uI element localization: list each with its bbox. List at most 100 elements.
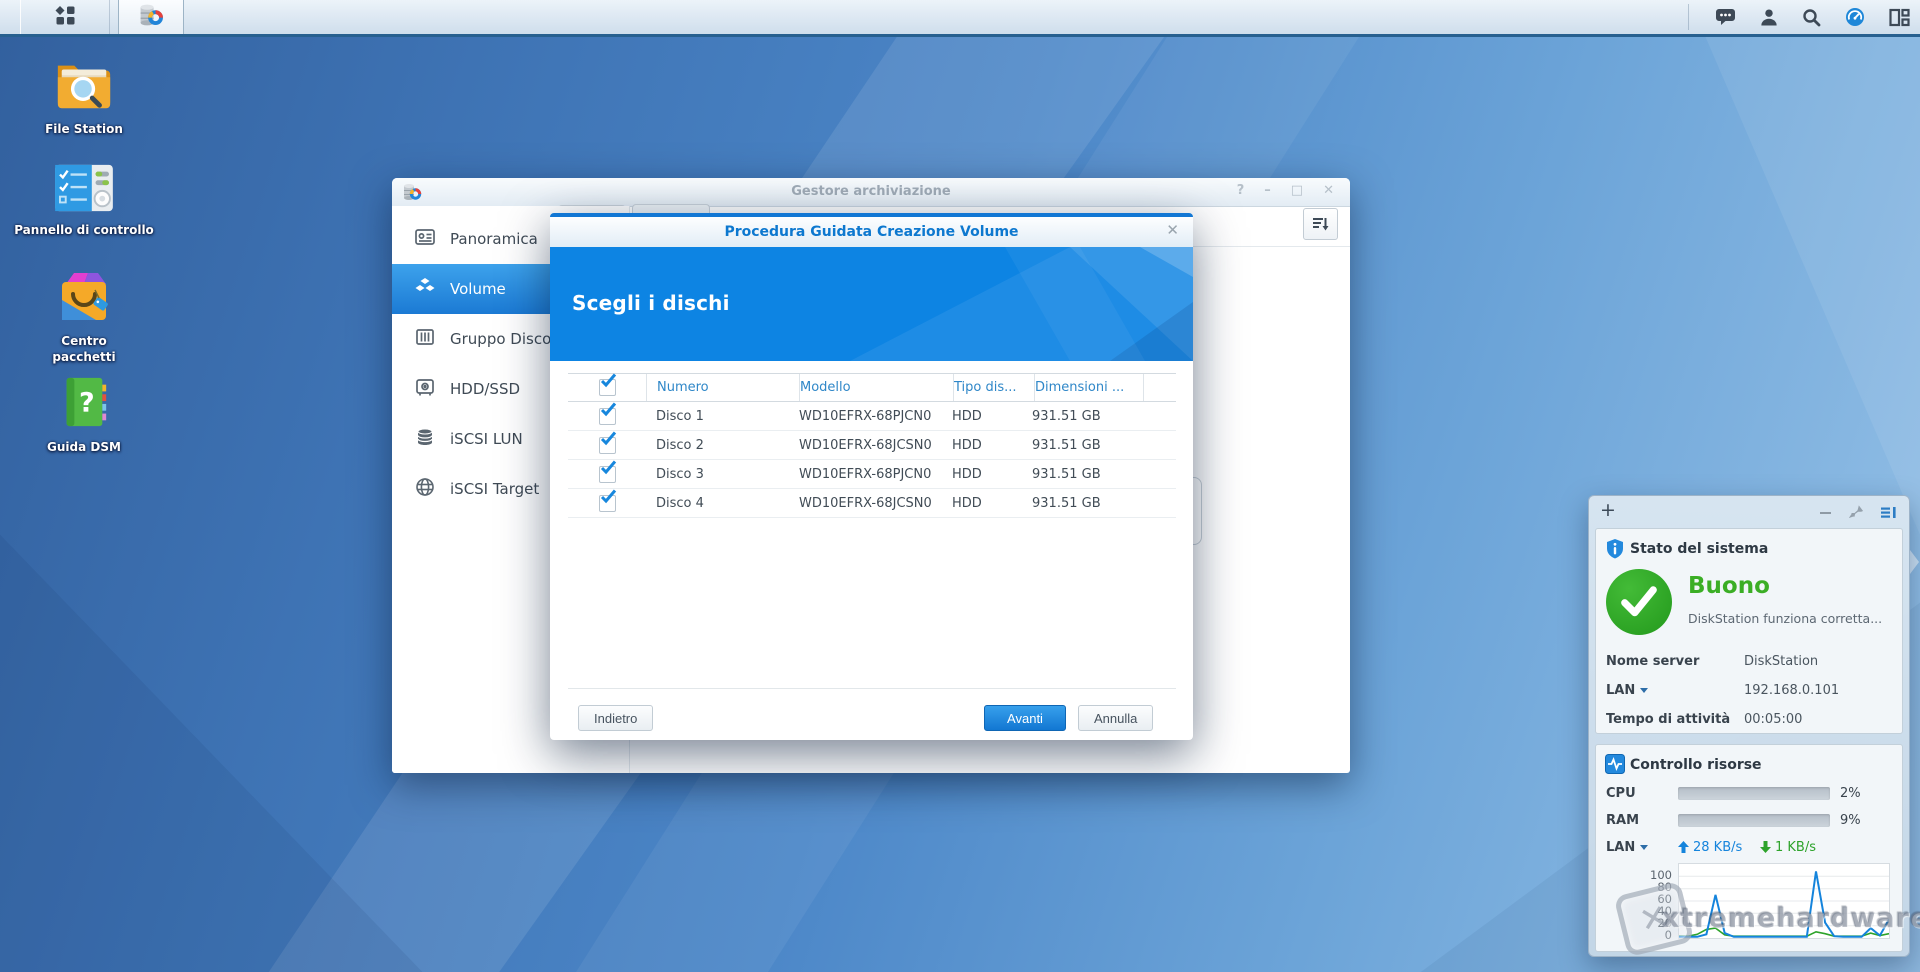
widget-panel: +: [1588, 495, 1910, 957]
dialog-banner: Scegli i dischi: [550, 247, 1193, 361]
column-header-numero[interactable]: Numero: [647, 374, 800, 401]
disk-table: Numero Modello Tipo dis... Dimensioni ..…: [568, 373, 1176, 518]
info-row: Tempo di attività 00:05:00: [1606, 705, 1894, 734]
status-description: DiskStation funziona corretta...: [1688, 611, 1882, 626]
control-panel-icon: [53, 163, 115, 217]
cell-modello: WD10EFRX-68JCSN0: [799, 431, 952, 459]
help-button[interactable]: ?: [1237, 183, 1245, 198]
maximize-button[interactable]: □: [1291, 183, 1303, 198]
column-header-modello[interactable]: Modello: [800, 374, 954, 401]
add-widget-button[interactable]: +: [1600, 499, 1616, 521]
cell-modello: WD10EFRX-68JCSN0: [799, 489, 952, 517]
column-header-dimensioni[interactable]: Dimensioni ...: [1035, 374, 1144, 401]
cell-numero: Disco 4: [646, 489, 799, 517]
sidebar-item-label: Volume: [450, 280, 506, 298]
info-row: LAN 192.168.0.101: [1606, 676, 1894, 705]
cell-tipo: HDD: [952, 489, 1032, 517]
status-text: Buono: [1688, 573, 1770, 599]
close-button[interactable]: ✕: [1323, 183, 1334, 198]
upload-speed: 28 KB/s: [1678, 840, 1760, 855]
table-header-row[interactable]: Numero Modello Tipo dis... Dimensioni ..…: [568, 373, 1176, 402]
row-checkbox[interactable]: [599, 408, 616, 425]
pilot-view-icon[interactable]: [1845, 7, 1865, 27]
window-titlebar[interactable]: Gestore archiviazione ? – □ ✕: [392, 178, 1350, 207]
table-row[interactable]: Disco 3 WD10EFRX-68PJCN0 HDD 931.51 GB: [568, 460, 1176, 489]
desktop-icon-file-station[interactable]: File Station: [19, 56, 149, 138]
user-icon[interactable]: [1760, 8, 1778, 26]
footer-divider: [568, 688, 1176, 689]
chevron-down-icon: [1640, 845, 1648, 850]
select-all-checkbox[interactable]: [599, 379, 616, 396]
iscsi-lun-icon: [414, 426, 436, 452]
ram-percent: 9%: [1840, 813, 1861, 828]
cell-dimensioni: 931.51 GB: [1032, 402, 1140, 430]
chevron-down-icon: [1640, 688, 1648, 693]
main-menu-button[interactable]: [20, 0, 110, 34]
table-row[interactable]: Disco 4 WD10EFRX-68JCSN0 HDD 931.51 GB: [568, 489, 1176, 518]
table-row[interactable]: Disco 2 WD10EFRX-68JCSN0 HDD 931.51 GB: [568, 431, 1176, 460]
minimize-panel-icon[interactable]: [1819, 504, 1832, 523]
taskbar-app-storage-manager[interactable]: [118, 0, 184, 34]
lan-dropdown[interactable]: LAN: [1606, 840, 1678, 855]
download-arrow-icon: [1760, 841, 1771, 853]
resource-monitor-icon: [1605, 754, 1625, 778]
widget-title: Controllo risorse: [1630, 757, 1762, 773]
cell-dimensioni: 931.51 GB: [1032, 431, 1140, 459]
info-label: LAN: [1606, 683, 1635, 698]
main-menu-icon: [55, 5, 76, 30]
column-header-tipo[interactable]: Tipo dis...: [954, 374, 1035, 401]
back-button[interactable]: Indietro: [578, 705, 653, 731]
cell-numero: Disco 2: [646, 431, 799, 459]
desktop-icon-label: File Station: [45, 122, 123, 138]
collapse-panel-icon[interactable]: [1881, 504, 1897, 523]
cpu-bar: [1678, 787, 1830, 800]
sidebar-item-label: Panoramica: [450, 230, 538, 248]
info-value: 192.168.0.101: [1744, 683, 1839, 698]
dialog-heading: Scegli i dischi: [572, 291, 730, 315]
notifications-icon[interactable]: [1715, 8, 1736, 26]
table-row[interactable]: Disco 1 WD10EFRX-68PJCN0 HDD 931.51 GB: [568, 402, 1176, 431]
desktop-icon-label: Centro pacchetti: [44, 334, 124, 365]
lan-label: LAN: [1606, 840, 1635, 855]
cell-numero: Disco 3: [646, 460, 799, 488]
minimize-button[interactable]: –: [1264, 183, 1271, 198]
row-checkbox[interactable]: [599, 437, 616, 454]
widgets-icon[interactable]: [1889, 8, 1910, 27]
row-checkbox[interactable]: [599, 466, 616, 483]
desktop-icon-package-center[interactable]: Centro pacchetti: [24, 268, 144, 365]
info-label: Tempo di attività: [1606, 712, 1744, 727]
cpu-percent: 2%: [1840, 786, 1861, 801]
svg-text:?: ?: [79, 388, 95, 419]
lan-row: LAN 28 KB/s 1 KB/s: [1606, 837, 1816, 857]
dialog-title: Procedura Guidata Creazione Volume: [724, 224, 1018, 240]
info-row: Nome server DiskStation: [1606, 647, 1894, 676]
cancel-button[interactable]: Annulla: [1078, 705, 1153, 731]
search-icon[interactable]: [1802, 8, 1821, 27]
sort-button[interactable]: [1303, 208, 1338, 240]
next-button[interactable]: Avanti: [984, 705, 1066, 731]
cell-tipo: HDD: [952, 402, 1032, 430]
system-status-widget: Stato del sistema Buono DiskStation funz…: [1595, 528, 1903, 734]
desktop-icon-label: Pannello di controllo: [14, 223, 154, 239]
cpu-label: CPU: [1606, 786, 1678, 801]
desktop-icon-control-panel[interactable]: Pannello di controllo: [9, 163, 159, 239]
row-checkbox[interactable]: [599, 495, 616, 512]
cell-tipo: HDD: [952, 460, 1032, 488]
hdd-icon: [414, 376, 436, 402]
sidebar-item-label: iSCSI Target: [450, 480, 539, 498]
sidebar-item-label: Gruppo Disco: [450, 330, 551, 348]
shield-info-icon: [1605, 538, 1625, 564]
lan-dropdown[interactable]: LAN: [1606, 683, 1744, 698]
ram-label: RAM: [1606, 813, 1678, 828]
status-ok-icon: [1606, 569, 1672, 635]
cell-modello: WD10EFRX-68PJCN0: [799, 460, 952, 488]
iscsi-target-icon: [414, 476, 436, 502]
storage-manager-icon: [138, 2, 164, 32]
dialog-close-icon[interactable]: ✕: [1166, 223, 1179, 238]
desktop-icon-dsm-help[interactable]: ? Guida DSM: [24, 374, 144, 456]
volume-icon: [414, 276, 436, 302]
upload-arrow-icon: [1678, 841, 1689, 853]
info-value: DiskStation: [1744, 654, 1818, 669]
pin-icon[interactable]: [1849, 504, 1864, 523]
window-title: Gestore archiviazione: [392, 184, 1350, 199]
